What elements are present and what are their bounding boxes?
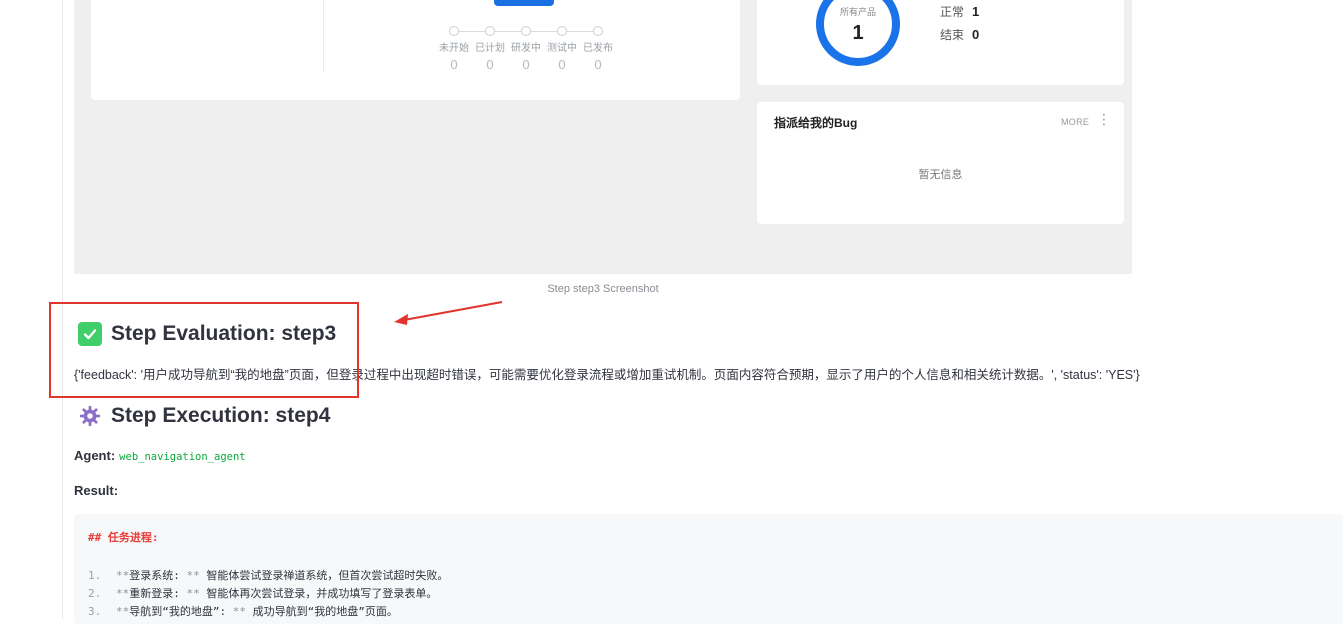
pipeline-stage: 已计划 0 — [472, 25, 508, 72]
code-line-head: 导航到“我的地盘”: — [129, 605, 227, 618]
products-stat-normal: 正常 1 — [940, 3, 979, 20]
stage-count: 0 — [522, 57, 530, 72]
code-line-head: 重新登录: — [129, 587, 180, 600]
stage-count: 0 — [558, 57, 566, 72]
bug-more-link[interactable]: MORE — [1061, 117, 1089, 127]
result-row: Result: — [74, 483, 118, 498]
step-screenshot: 未开始 0 已计划 0 研发中 0 测试中 0 已发布 0 所有产品 1 正常 … — [74, 0, 1132, 274]
product-pipeline: 未开始 0 已计划 0 研发中 0 测试中 0 已发布 0 — [436, 25, 616, 75]
line-number: 1. — [88, 569, 102, 582]
stage-label: 测试中 — [547, 43, 577, 54]
agent-row: Agent: web_navigation_agent — [74, 448, 246, 463]
bug-card: 指派给我的Bug MORE ⋮ 暂无信息 — [757, 102, 1124, 224]
line-number: 2. — [88, 587, 102, 600]
result-label: Result: — [74, 483, 119, 498]
code-line: 2. **重新登录: ** 智能体再次尝试登录，并成功填写了登录表单。 — [88, 587, 438, 600]
code-line: 1. **登录系统: ** 智能体尝试登录禅道系统，但首次尝试超时失败。 — [88, 569, 449, 582]
result-code-block[interactable]: ## 任务进程: 1. **登录系统: ** 智能体尝试登录禅道系统，但首次尝试超… — [74, 514, 1343, 624]
execution-heading: Step Execution: step4 — [78, 404, 330, 428]
stage-count: 0 — [486, 57, 494, 72]
execution-title: Step Execution: step4 — [111, 404, 331, 427]
line-number: 3. — [88, 605, 102, 618]
products-stat-closed: 结束 0 — [940, 26, 979, 43]
stat-label: 正常 — [940, 5, 965, 19]
code-line-head: 登录系统: — [129, 569, 180, 582]
stage-dot-icon — [485, 26, 495, 36]
pipeline-stage: 测试中 0 — [544, 25, 580, 72]
stage-dot-icon — [521, 26, 531, 36]
gear-icon — [78, 404, 102, 428]
card-divider — [323, 0, 324, 72]
code-line-text: 智能体尝试登录禅道系统，但首次尝试超时失败。 — [206, 569, 449, 582]
stage-label: 已计划 — [475, 43, 505, 54]
bug-empty-message: 暂无信息 — [918, 169, 963, 181]
products-ring-label: 所有产品 — [839, 7, 876, 17]
code-line: 3. **导航到“我的地盘”: ** 成功导航到“我的地盘”页面。 — [88, 605, 398, 618]
stat-label: 结束 — [940, 28, 965, 42]
stage-label: 已发布 — [583, 43, 613, 54]
primary-button[interactable] — [494, 0, 554, 6]
annotation-highlight-box — [49, 302, 359, 398]
stage-dot-icon — [593, 26, 603, 36]
code-line-text: 成功导航到“我的地盘”页面。 — [252, 605, 398, 618]
agent-label: Agent: — [74, 448, 116, 463]
pipeline-stage: 未开始 0 — [436, 25, 472, 72]
stage-dot-icon — [449, 26, 459, 36]
stage-label: 未开始 — [439, 43, 469, 54]
annotation-arrow-icon — [394, 301, 503, 325]
summary-card: 未开始 0 已计划 0 研发中 0 测试中 0 已发布 0 — [91, 0, 740, 100]
stage-count: 0 — [450, 57, 458, 72]
products-card: 所有产品 1 正常 1 结束 0 — [757, 0, 1124, 85]
screenshot-caption: Step step3 Screenshot — [547, 283, 659, 295]
products-ring-value: 1 — [852, 22, 864, 44]
stage-label: 研发中 — [511, 43, 541, 54]
stage-count: 0 — [594, 57, 602, 72]
bug-card-title: 指派给我的Bug — [774, 116, 858, 130]
more-vertical-icon[interactable]: ⋮ — [1097, 112, 1111, 126]
pipeline-stage: 已发布 0 — [580, 25, 616, 72]
stat-value: 0 — [972, 27, 980, 42]
agent-value: web_navigation_agent — [119, 451, 246, 463]
code-line-text: 智能体再次尝试登录，并成功填写了登录表单。 — [206, 587, 438, 600]
stage-dot-icon — [557, 26, 567, 36]
stat-value: 1 — [972, 4, 980, 19]
code-heading: ## 任务进程: — [88, 531, 159, 544]
pipeline-stage: 研发中 0 — [508, 25, 544, 72]
